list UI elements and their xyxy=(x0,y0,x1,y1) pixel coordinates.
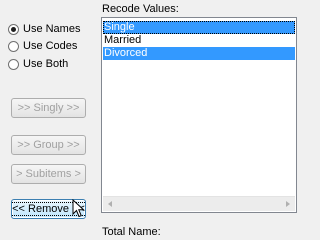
list-item[interactable]: Married xyxy=(103,34,295,47)
group-button[interactable]: >> Group >> xyxy=(11,135,86,155)
horizontal-scrollbar[interactable] xyxy=(103,196,295,211)
recode-values-label: Recode Values: xyxy=(102,3,179,15)
radio-use-codes[interactable]: Use Codes xyxy=(8,39,77,53)
recode-values-listbox[interactable]: Single Married Divorced xyxy=(101,17,297,213)
radio-use-names[interactable]: Use Names xyxy=(8,22,80,36)
total-name-label: Total Name: xyxy=(102,226,161,238)
singly-button[interactable]: >> Singly >> xyxy=(11,98,86,118)
list-item[interactable]: Divorced xyxy=(103,47,295,60)
radio-use-both[interactable]: Use Both xyxy=(8,57,68,71)
subitems-button[interactable]: > Subitems > xyxy=(11,164,86,184)
radio-indicator[interactable] xyxy=(8,23,19,35)
mouse-pointer-icon xyxy=(72,199,85,218)
list-item[interactable]: Single xyxy=(103,21,295,34)
subitems-button-label: > Subitems > xyxy=(16,168,81,180)
radio-label: Use Codes xyxy=(23,40,78,52)
radio-indicator[interactable] xyxy=(8,40,19,52)
scroll-left-icon[interactable] xyxy=(108,201,112,207)
singly-button-label: >> Singly >> xyxy=(17,102,80,114)
radio-label: Use Names xyxy=(23,23,81,35)
group-button-label: >> Group >> xyxy=(17,139,80,151)
radio-label: Use Both xyxy=(23,58,69,70)
scroll-right-icon[interactable] xyxy=(286,201,290,207)
radio-indicator[interactable] xyxy=(8,58,19,70)
